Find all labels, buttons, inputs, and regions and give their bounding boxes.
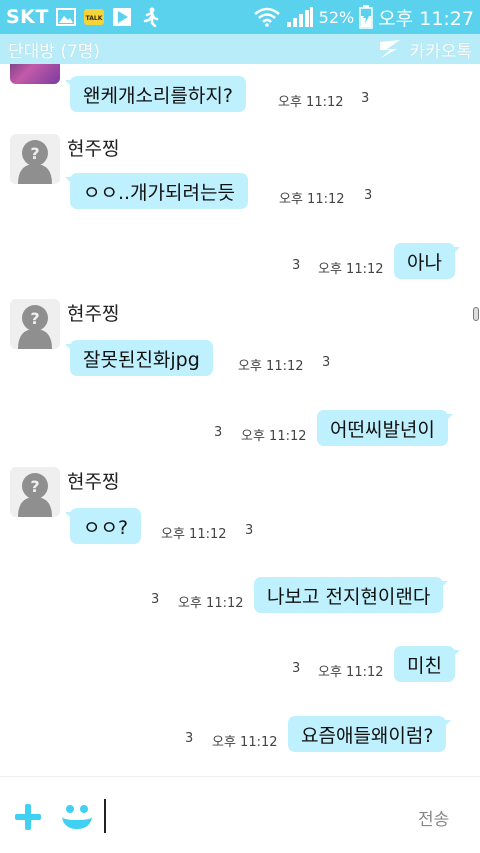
message-bubble[interactable]: ㅇㅇ?	[64, 508, 142, 544]
unread-count: 3	[292, 661, 301, 676]
chat-message-list[interactable]: 왠케개소리를하지? 오후 11:12 3 ? 현주찡 ㅇㅇ..개가되려는듯 오후…	[0, 64, 480, 776]
signal-icon	[286, 7, 314, 27]
smiley-icon	[62, 805, 92, 829]
battery-icon	[359, 5, 373, 29]
message-bubble[interactable]: 나보고 전지현이랜다	[254, 577, 449, 613]
message-time: 오후 11:12	[241, 429, 307, 444]
avatar[interactable]	[10, 64, 60, 84]
running-man-icon	[139, 7, 161, 27]
message-bubble[interactable]: 어떤씨발년이	[317, 410, 453, 446]
message-time: 오후 11:12	[178, 596, 244, 611]
message-text: ㅇㅇ?	[83, 516, 129, 539]
emoticon-button[interactable]	[60, 801, 94, 833]
wifi-icon	[253, 7, 281, 27]
carrier-label: SKT	[6, 6, 49, 28]
message-bubble[interactable]: 잘못된진화jpg	[65, 340, 213, 376]
svg-text:TALK: TALK	[86, 15, 103, 22]
unread-count: 3	[361, 91, 370, 106]
unread-count: 3	[322, 355, 331, 370]
default-profile-icon: ?	[18, 305, 52, 349]
message-bubble[interactable]: ㅇㅇ..개가되려는듯	[65, 173, 248, 209]
message-text: 아나	[407, 251, 442, 274]
message-text: 요즘애들왜이럼?	[301, 724, 434, 747]
svg-text:?: ?	[30, 477, 39, 496]
chat-header: 단대방 (7명) 카카오톡	[0, 34, 480, 64]
brand-label: 카카오톡	[409, 41, 472, 62]
message-time: 오후 11:12	[212, 735, 278, 750]
message-time: 오후 11:12	[278, 95, 344, 110]
message-text: 어떤씨발년이	[330, 418, 435, 441]
message-text: 왠케개소리를하지?	[83, 84, 233, 107]
message-time: 오후 11:12	[238, 359, 304, 374]
kakaotalk-notification-icon: TALK	[83, 7, 105, 27]
message-input-bar: 전송	[0, 776, 480, 853]
message-text: 잘못된진화jpg	[83, 348, 200, 371]
message-time: 오후 11:12	[318, 665, 384, 680]
message-bubble[interactable]: 아나	[394, 243, 460, 279]
message-text: 나보고 전지현이랜다	[267, 585, 431, 608]
default-profile-icon: ?	[18, 473, 52, 517]
message-bubble[interactable]: 왠케개소리를하지?	[65, 76, 246, 112]
message-time: 오후 11:12	[279, 192, 345, 207]
avatar[interactable]: ?	[10, 299, 60, 349]
svg-text:?: ?	[30, 309, 39, 328]
unread-count: 3	[245, 523, 254, 538]
kakaotalk-brand: 카카오톡	[377, 37, 472, 62]
message-bubble[interactable]: 요즘애들왜이럼?	[288, 716, 452, 752]
sender-name: 현주찡	[67, 471, 120, 493]
sender-name: 현주찡	[67, 138, 120, 160]
default-profile-icon: ?	[18, 140, 52, 184]
message-text: ㅇㅇ..개가되려는듯	[83, 181, 235, 204]
battery-percent: 52%	[318, 7, 355, 27]
message-time: 오후 11:12	[318, 262, 384, 277]
svg-text:?: ?	[30, 144, 39, 163]
avatar[interactable]: ?	[10, 467, 60, 517]
message-text: 미친	[407, 654, 442, 677]
status-bar-left: SKT TALK	[6, 6, 161, 28]
clock: 오후 11:27	[378, 7, 474, 30]
scrollbar-handle[interactable]	[473, 307, 479, 321]
status-bar-right: 52% 오후 11:27	[253, 4, 474, 31]
unread-count: 3	[185, 731, 194, 746]
gallery-icon	[55, 7, 77, 27]
unread-count: 3	[214, 425, 223, 440]
message-time: 오후 11:12	[161, 527, 227, 542]
message-input[interactable]	[104, 799, 394, 833]
sender-name: 현주찡	[67, 303, 120, 325]
message-bubble[interactable]: 미친	[394, 646, 460, 682]
unread-count: 3	[292, 258, 301, 273]
unread-count: 3	[151, 592, 160, 607]
send-button[interactable]: 전송	[418, 805, 449, 830]
avatar[interactable]: ?	[10, 134, 60, 184]
status-bar: SKT TALK 52% 오후 11:27	[0, 0, 480, 34]
plus-icon	[15, 804, 41, 830]
unread-count: 3	[364, 188, 373, 203]
kakaotalk-logo-icon	[380, 40, 401, 58]
chat-room-title[interactable]: 단대방 (7명)	[8, 37, 100, 62]
play-store-icon	[111, 7, 133, 27]
attach-button[interactable]	[12, 801, 44, 833]
